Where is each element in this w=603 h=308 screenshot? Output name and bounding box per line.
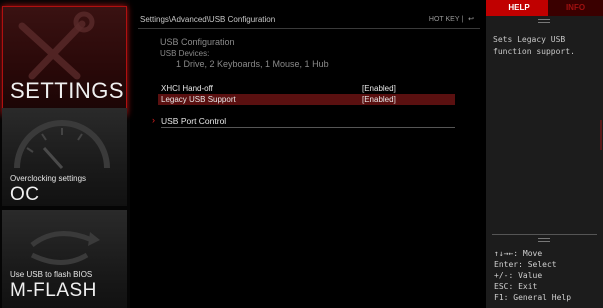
- sidebar-item-mflash[interactable]: Use USB to flash BIOS M-FLASH: [2, 210, 127, 308]
- submenu-label: USB Port Control: [161, 116, 227, 126]
- key-select: Enter: Select: [494, 260, 557, 269]
- scroll-grip-top-icon[interactable]: [538, 17, 550, 25]
- key-general-help: F1: General Help: [494, 293, 572, 302]
- help-panel: HELP INFO Sets Legacy USB function suppo…: [486, 0, 603, 308]
- header-divider: [138, 28, 480, 29]
- sidebar-item-oc-label: OC: [10, 184, 40, 205]
- help-text: Sets Legacy USB function support.: [493, 35, 575, 56]
- submenu-usb-port-control[interactable]: › USB Port Control: [152, 115, 455, 128]
- submenu-arrow-icon: ›: [152, 115, 155, 125]
- section-title: USB Configuration: [160, 37, 235, 47]
- sidebar-item-oc-subtitle: Overclocking settings: [10, 174, 87, 183]
- option-label: Legacy USB Support: [161, 95, 236, 104]
- hotkey-label: HOT KEY |: [428, 16, 464, 23]
- main-panel: Settings\Advanced\USB Configuration HOT …: [134, 0, 484, 308]
- hotkey-area[interactable]: HOT KEY | ↩: [429, 15, 474, 23]
- key-move: ↑↓→←: Move: [494, 249, 543, 258]
- help-divider: [492, 234, 597, 235]
- sidebar-item-settings[interactable]: SETTINGS: [2, 6, 127, 115]
- sidebar-item-oc[interactable]: Overclocking settings OC: [2, 108, 127, 206]
- usb-devices-value: 1 Drive, 2 Keyboards, 1 Mouse, 1 Hub: [176, 59, 329, 69]
- option-value[interactable]: [Enabled]: [362, 95, 396, 104]
- option-value[interactable]: [Enabled]: [362, 84, 396, 93]
- side-accent: [600, 120, 602, 150]
- tab-info[interactable]: INFO: [548, 0, 603, 16]
- sidebar-item-mflash-label: M-FLASH: [10, 280, 97, 301]
- sidebar-item-mflash-subtitle: Use USB to flash BIOS: [10, 270, 93, 279]
- key-legend: ↑↓→←: Move Enter: Select +/-: Value ESC:…: [494, 248, 571, 303]
- submenu-underline: [161, 127, 455, 128]
- usb-devices-label: USB Devices:: [160, 49, 210, 58]
- key-exit: ESC: Exit: [494, 282, 538, 291]
- option-label: XHCI Hand-off: [161, 84, 213, 93]
- sidebar: SETTINGS Overclocking settings OC Use US…: [0, 0, 130, 308]
- breadcrumb: Settings\Advanced\USB Configuration: [140, 15, 276, 24]
- back-arrow-icon[interactable]: ↩: [468, 16, 474, 23]
- scroll-grip-bottom-icon[interactable]: [538, 236, 550, 244]
- option-xhci-hand-off[interactable]: XHCI Hand-off [Enabled]: [158, 83, 455, 94]
- help-tabs: HELP INFO: [486, 0, 603, 16]
- sidebar-item-settings-label: SETTINGS: [10, 78, 125, 103]
- key-value: +/-: Value: [494, 271, 543, 280]
- tab-help[interactable]: HELP: [490, 0, 548, 16]
- option-legacy-usb-support[interactable]: Legacy USB Support [Enabled]: [158, 94, 455, 105]
